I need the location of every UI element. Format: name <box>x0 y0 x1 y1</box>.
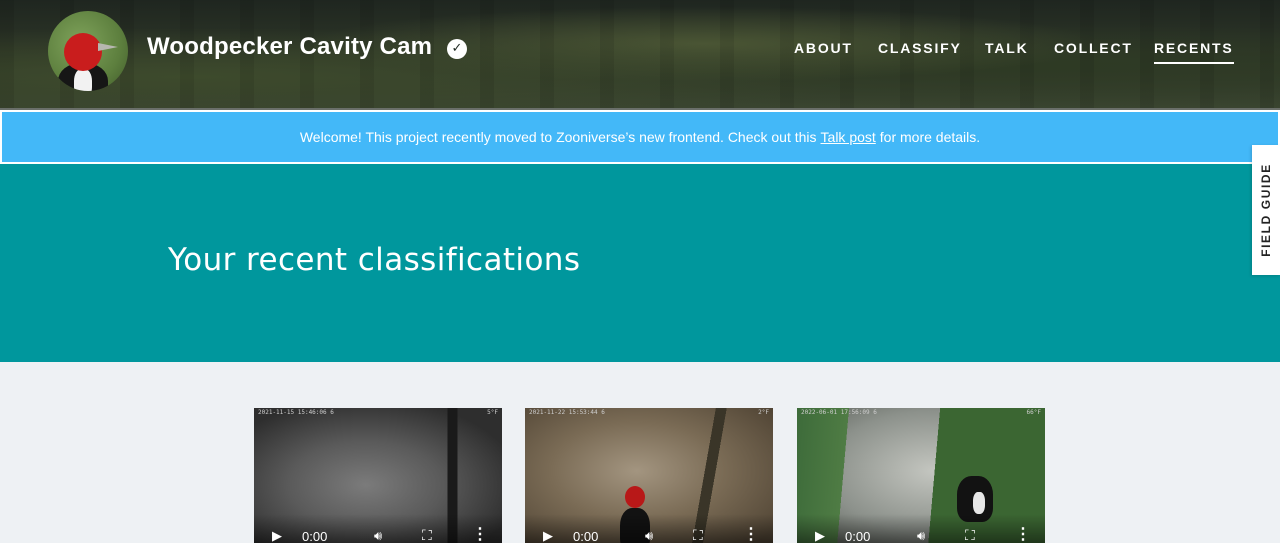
temperature-text: 66°F <box>1026 409 1041 416</box>
video-timestamp: 2021-11-15 15:46:06 6 5°F <box>258 409 498 417</box>
fullscreen-icon[interactable]: ⛶ <box>422 527 432 543</box>
play-icon[interactable]: ▶ <box>272 528 282 543</box>
nav-collect[interactable]: COLLECT <box>1054 40 1133 62</box>
nav-recents[interactable]: RECENTS <box>1154 40 1234 64</box>
woodpecker-wing-patch <box>973 492 985 514</box>
volume-icon[interactable]: 🔊︎ <box>374 528 382 543</box>
nav-classify[interactable]: CLASSIFY <box>878 40 962 62</box>
avatar-bird-beak <box>98 43 118 51</box>
nav-talk[interactable]: TALK <box>985 40 1029 62</box>
avatar-bird-chest <box>74 69 92 91</box>
video-controls: ▶ 0:00 🔊︎ ⛶ ⋮ <box>254 514 502 543</box>
fullscreen-icon[interactable]: ⛶ <box>965 527 975 543</box>
field-guide-tab[interactable]: FIELD GUIDE <box>1252 145 1280 275</box>
video-controls: ▶ 0:00 🔊︎ ⛶ ⋮ <box>525 514 773 543</box>
avatar-bird-head <box>64 33 102 71</box>
woodpecker-head <box>625 486 645 508</box>
fullscreen-icon[interactable]: ⛶ <box>693 527 703 543</box>
project-header: Woodpecker Cavity Cam ✓ ABOUT CLASSIFY T… <box>0 0 1280 110</box>
more-vertical-icon[interactable]: ⋮ <box>1015 524 1031 543</box>
more-vertical-icon[interactable]: ⋮ <box>743 524 759 543</box>
more-vertical-icon[interactable]: ⋮ <box>472 524 488 543</box>
field-guide-label: FIELD GUIDE <box>1259 163 1274 257</box>
video-timestamp: 2021-11-22 15:53:44 6 2°F <box>529 409 769 417</box>
project-avatar[interactable] <box>48 11 128 91</box>
video-time: 0:00 <box>845 529 871 543</box>
timestamp-text: 2022-06-01 17:56:09 6 <box>801 409 877 416</box>
timestamp-text: 2021-11-22 15:53:44 6 <box>529 409 605 416</box>
project-title[interactable]: Woodpecker Cavity Cam <box>147 33 432 61</box>
banner-talk-link[interactable]: Talk post <box>821 129 876 145</box>
play-icon[interactable]: ▶ <box>543 528 553 543</box>
check-badge-icon: ✓ <box>447 39 467 59</box>
project-nav: ABOUT CLASSIFY TALK COLLECT RECENTS <box>792 40 1234 66</box>
recent-video-card[interactable]: 2022-06-01 17:56:09 6 66°F ▶ 0:00 🔊︎ ⛶ ⋮ <box>797 408 1045 543</box>
recent-video-card[interactable]: 2021-11-22 15:53:44 6 2°F ▶ 0:00 🔊︎ ⛶ ⋮ <box>525 408 773 543</box>
volume-icon[interactable]: 🔊︎ <box>917 528 925 543</box>
temperature-text: 5°F <box>487 409 498 416</box>
play-icon[interactable]: ▶ <box>815 528 825 543</box>
recent-video-card[interactable]: 2021-11-15 15:46:06 6 5°F ▶ 0:00 🔊︎ ⛶ ⋮ <box>254 408 502 543</box>
nav-about[interactable]: ABOUT <box>794 40 853 62</box>
video-controls: ▶ 0:00 🔊︎ ⛶ ⋮ <box>797 514 1045 543</box>
recents-hero: Your recent classifications <box>0 164 1280 362</box>
timestamp-text: 2021-11-15 15:46:06 6 <box>258 409 334 416</box>
video-time: 0:00 <box>302 529 328 543</box>
video-timestamp: 2022-06-01 17:56:09 6 66°F <box>801 409 1041 417</box>
announcement-banner: Welcome! This project recently moved to … <box>0 110 1280 164</box>
volume-icon[interactable]: 🔊︎ <box>645 528 653 543</box>
video-time: 0:00 <box>573 529 599 543</box>
banner-text-after: for more details. <box>879 129 981 145</box>
banner-text-before: Welcome! This project recently moved to … <box>299 129 817 145</box>
temperature-text: 2°F <box>758 409 769 416</box>
page-title: Your recent classifications <box>168 242 581 278</box>
